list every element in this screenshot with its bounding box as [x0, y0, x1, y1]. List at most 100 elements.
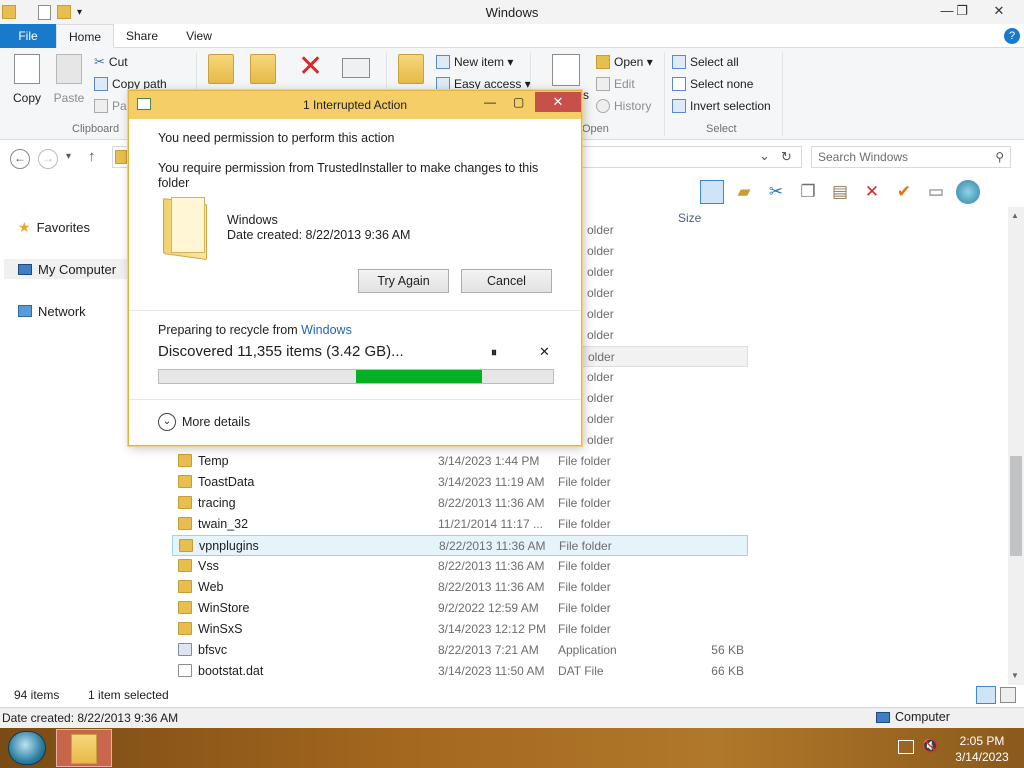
scissors-icon[interactable]: ✂ — [764, 180, 788, 204]
scroll-up-icon[interactable]: ▲ — [1011, 211, 1019, 220]
source-folder-link[interactable]: Windows — [301, 323, 352, 337]
preview-pane-icon[interactable] — [700, 180, 724, 204]
history-button[interactable]: History — [596, 96, 651, 116]
help-icon[interactable]: ? — [1004, 28, 1020, 44]
scroll-down-icon[interactable]: ▼ — [1011, 671, 1019, 680]
scissors-icon: ✂ — [94, 54, 105, 69]
table-row[interactable]: Temp 3/14/2023 1:44 PM File folder — [172, 451, 748, 472]
dialog-minimize-button[interactable]: — — [484, 95, 496, 109]
cancel-button[interactable]: Cancel — [461, 269, 552, 293]
pause-button[interactable]: ⏸ — [491, 345, 497, 360]
table-row[interactable]: WinSxS 3/14/2023 12:12 PM File folder — [172, 619, 748, 640]
table-row[interactable]: ToastData 3/14/2023 11:19 AM File folder — [172, 472, 748, 493]
paste-icon[interactable]: ▤ — [828, 180, 852, 204]
command-toolbar: ▰ ✂ ❐ ▤ ✕ ✔ ▭ — [700, 177, 1024, 207]
folder-icon — [178, 496, 192, 509]
start-button[interactable] — [8, 731, 46, 765]
partial-row[interactable]: older — [581, 367, 748, 388]
paste-button[interactable]: Paste — [50, 54, 88, 105]
refresh-icon[interactable]: ↻ — [781, 149, 792, 165]
partial-row[interactable]: older — [581, 430, 748, 451]
properties-big-icon[interactable] — [552, 54, 580, 86]
rename-icon[interactable] — [342, 58, 370, 78]
tray-clock[interactable]: 2:05 PM 3/14/2023 — [946, 733, 1018, 765]
file-type: File folder — [558, 622, 611, 636]
scrollbar-thumb[interactable] — [1010, 456, 1022, 556]
large-icons-view-icon[interactable] — [1000, 687, 1016, 703]
delete-icon[interactable]: ✕ — [298, 52, 323, 82]
maximize-button[interactable]: ❐ — [947, 0, 977, 22]
forward-button[interactable]: → — [38, 149, 58, 169]
select-all-button[interactable]: Select all — [672, 52, 739, 72]
details-view-icon[interactable] — [976, 686, 996, 704]
new-item-button[interactable]: New item ▾ — [436, 52, 513, 72]
select-none-button[interactable]: Select none — [672, 74, 753, 94]
search-input[interactable]: Search Windows ⚲ — [811, 146, 1011, 168]
tab-home[interactable]: Home — [56, 24, 114, 48]
move-to-button[interactable] — [208, 54, 234, 87]
tab-file[interactable]: File — [0, 24, 56, 48]
copy-button[interactable]: Copy — [8, 54, 46, 105]
partial-row[interactable]: older — [581, 388, 748, 409]
easy-access-label: Easy access ▾ — [454, 77, 531, 91]
folder-options-icon[interactable]: ▰ — [732, 180, 756, 204]
rename-icon[interactable]: ▭ — [924, 180, 948, 204]
dialog-title-bar: 1 Interrupted Action — ▢ ✕ — [129, 91, 581, 119]
open-button[interactable]: Open ▾ — [596, 52, 653, 72]
tab-view[interactable]: View — [180, 24, 218, 48]
interrupted-action-dialog: 1 Interrupted Action — ▢ ✕ You need perm… — [128, 90, 582, 446]
volume-muted-icon[interactable]: 🔇 — [922, 738, 938, 754]
partial-row[interactable]: older — [581, 262, 748, 283]
edit-icon — [596, 77, 610, 91]
table-row[interactable]: bfsvc 8/22/2013 7:21 AM Application 56 KB — [172, 640, 748, 661]
up-button[interactable]: ↑ — [88, 148, 96, 165]
edit-button[interactable]: Edit — [596, 74, 635, 94]
file-name: bfsvc — [198, 643, 228, 657]
history-label: History — [614, 99, 652, 113]
paste-shortcut-button[interactable]: Pas — [94, 96, 133, 116]
network-tray-icon[interactable] — [898, 740, 914, 754]
dialog-close-button[interactable]: ✕ — [535, 92, 581, 112]
copy-to-button[interactable] — [250, 54, 276, 87]
back-button[interactable]: ← — [10, 149, 30, 169]
copy-icon[interactable]: ❐ — [796, 180, 820, 204]
table-row[interactable]: twain_32 11/21/2014 11:17 ... File folder — [172, 514, 748, 535]
cut-button[interactable]: ✂ Cut — [94, 52, 128, 72]
folder-icon — [178, 475, 192, 488]
partial-row[interactable]: older — [581, 283, 748, 304]
folder-icon — [178, 517, 192, 530]
stop-button[interactable]: ✕ — [539, 344, 550, 360]
taskbar-explorer-button[interactable] — [56, 729, 112, 767]
nav-item-favorites[interactable]: ★ Favorites — [18, 217, 90, 237]
globe-icon[interactable] — [956, 180, 980, 204]
dialog-maximize-button[interactable]: ▢ — [513, 95, 524, 109]
partial-row[interactable]: older — [581, 304, 748, 325]
more-details-button[interactable]: ⌄ More details — [158, 413, 250, 431]
new-folder-button[interactable] — [398, 54, 424, 87]
table-row[interactable]: Web 8/22/2013 11:36 AM File folder — [172, 577, 748, 598]
partial-row[interactable]: older — [581, 325, 748, 346]
invert-selection-button[interactable]: Invert selection — [672, 96, 771, 116]
address-dropdown-icon[interactable]: ⌄ — [759, 148, 770, 164]
close-button[interactable]: ✕ — [984, 0, 1014, 22]
tab-share[interactable]: Share — [122, 24, 162, 48]
partial-row[interactable]: older — [581, 241, 748, 262]
table-row[interactable]: tracing 8/22/2013 11:36 AM File folder — [172, 493, 748, 514]
checkmark-icon[interactable]: ✔ — [892, 180, 916, 204]
table-row[interactable]: bootstat.dat 3/14/2023 11:50 AM DAT File 66… — [172, 661, 748, 682]
computer-icon — [876, 711, 890, 723]
recent-locations-icon[interactable]: ▾ — [66, 151, 71, 162]
vertical-scrollbar[interactable] — [1008, 207, 1024, 685]
delete-icon[interactable]: ✕ — [860, 180, 884, 204]
table-row[interactable]: Vss 8/22/2013 11:36 AM File folder — [172, 556, 748, 577]
nav-label: My Computer — [38, 261, 117, 277]
partial-row[interactable]: older — [581, 346, 748, 367]
partial-row[interactable]: older — [581, 220, 748, 241]
try-again-button[interactable]: Try Again — [358, 269, 449, 293]
table-row[interactable]: WinStore 9/2/2022 12:59 AM File folder — [172, 598, 748, 619]
file-type: DAT File — [558, 664, 604, 678]
table-row[interactable]: vpnplugins 8/22/2013 11:36 AM File folder — [172, 535, 748, 556]
nav-item-network[interactable]: Network — [18, 301, 86, 321]
partial-row[interactable]: older — [581, 409, 748, 430]
dialog-item-name: Windows — [227, 213, 278, 227]
